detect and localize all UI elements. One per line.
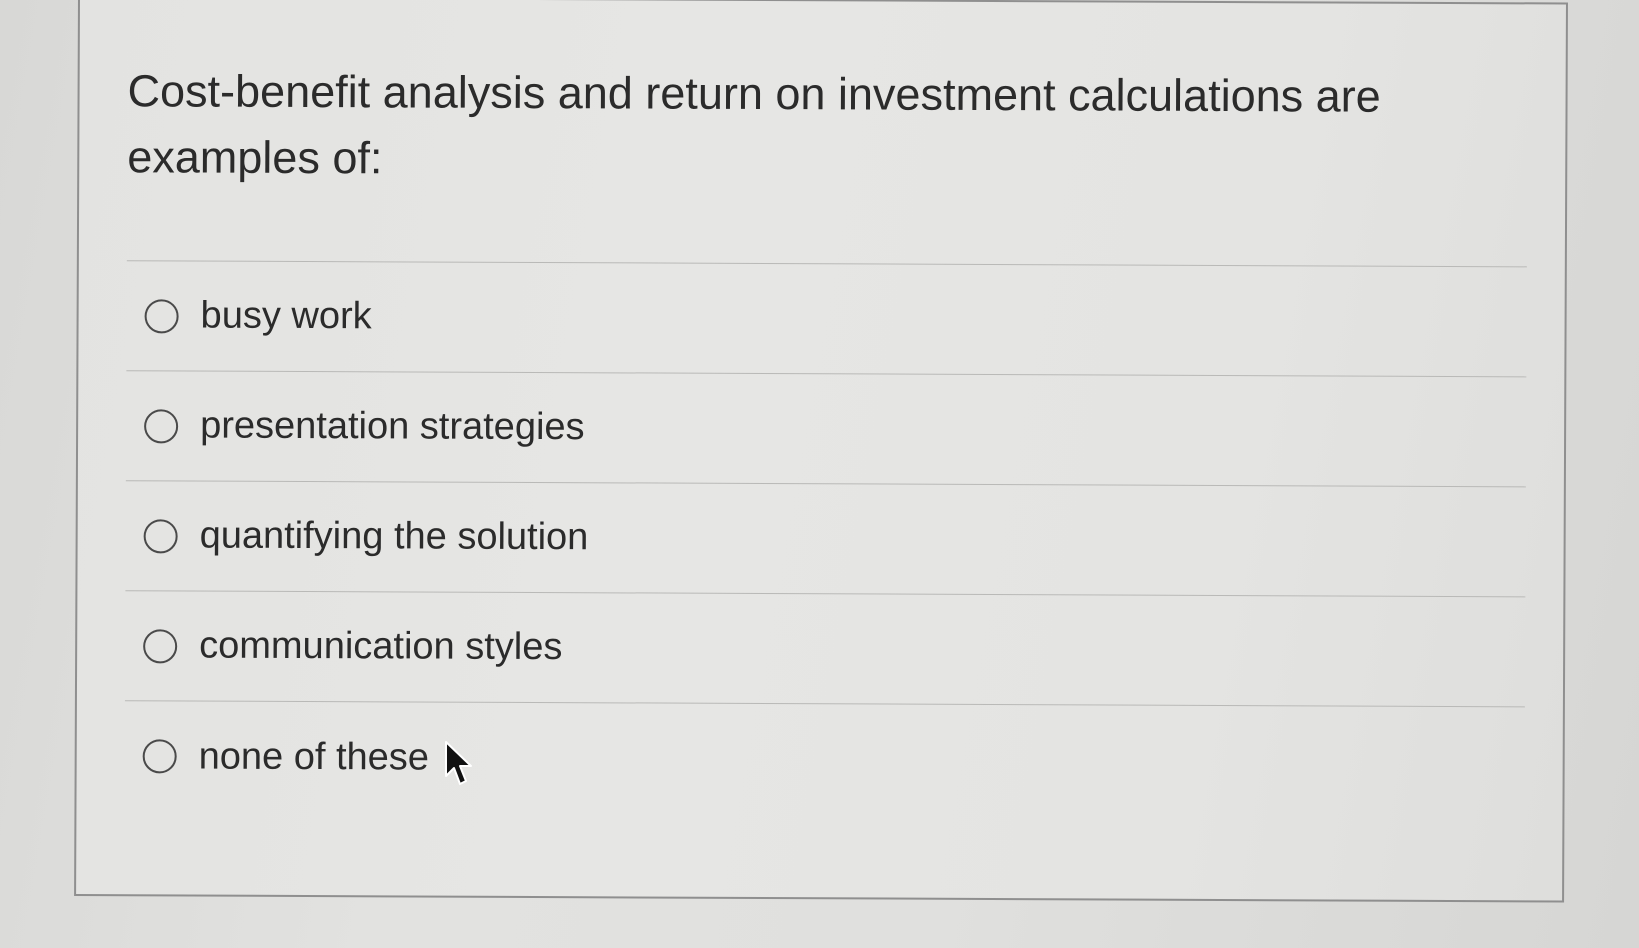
option-label: busy work [200, 294, 372, 338]
radio-button-icon[interactable] [142, 739, 177, 774]
radio-button-icon[interactable] [144, 298, 179, 333]
option-quantifying-the-solution[interactable]: quantifying the solution [125, 481, 1526, 598]
question-card: Cost-benefit analysis and return on inve… [74, 0, 1568, 903]
mouse-pointer-icon [445, 741, 472, 785]
option-label: communication styles [199, 624, 563, 669]
option-label: presentation strategies [200, 404, 585, 449]
option-communication-styles[interactable]: communication styles [124, 591, 1526, 708]
option-label: none of these [198, 735, 430, 779]
option-presentation-strategies[interactable]: presentation strategies [125, 371, 1527, 488]
answer-options: busy work presentation strategies quanti… [124, 260, 1527, 818]
option-label: quantifying the solution [199, 514, 589, 559]
radio-button-icon[interactable] [143, 628, 178, 663]
radio-button-icon[interactable] [144, 408, 179, 443]
option-none-of-these[interactable]: none of these [124, 701, 1524, 817]
question-text: Cost-benefit analysis and return on inve… [127, 65, 1381, 184]
radio-button-icon[interactable] [143, 518, 178, 553]
option-busy-work[interactable]: busy work [126, 261, 1527, 378]
